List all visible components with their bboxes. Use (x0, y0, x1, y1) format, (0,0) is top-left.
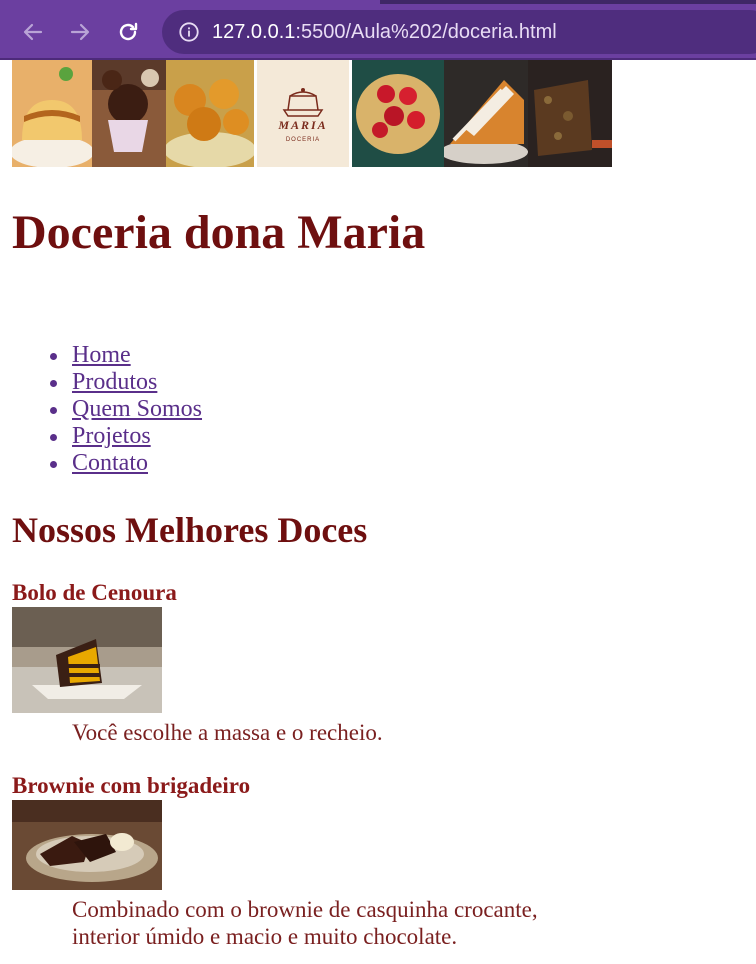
nav-link-quem-somos[interactable]: Quem Somos (72, 396, 202, 422)
page-title: Doceria dona Maria (12, 206, 426, 259)
nav-link-home[interactable]: Home (72, 342, 131, 368)
logo: MARIA DOCERIA (254, 60, 352, 167)
url-host: 127.0.0.1 (212, 20, 296, 43)
back-arrow-icon (23, 23, 43, 41)
product-name: Brownie com brigadeiro (12, 773, 251, 798)
product-description: Você escolhe a massa e o recheio. (72, 720, 383, 745)
pudding-photo (12, 60, 92, 167)
brownie-image (12, 800, 162, 890)
nav-link-projetos[interactable]: Projetos (72, 423, 151, 449)
browser-toolbar: 127.0.0.1:5500/Aula%202/doceria.html (0, 0, 756, 60)
info-icon[interactable] (178, 21, 200, 43)
address-bar[interactable]: 127.0.0.1:5500/Aula%202/doceria.html (162, 10, 756, 54)
logo-text: MARIA (278, 118, 328, 132)
nav-item-contato: Contato (49, 450, 202, 477)
nav-item-quem-somos: Quem Somos (49, 396, 202, 423)
banner-image: MARIA DOCERIA (12, 60, 612, 167)
nav-item-home: Home (49, 342, 202, 369)
strawberry-tart-photo (352, 60, 444, 167)
coxinha-photo (166, 60, 254, 167)
url-text[interactable]: 127.0.0.1:5500/Aula%202/doceria.html (212, 21, 557, 44)
cake-logo-icon (282, 88, 324, 117)
reload-button[interactable] (112, 16, 144, 48)
section-heading: Nossos Melhores Doces (12, 510, 368, 550)
logo-subtext: DOCERIA (285, 137, 321, 143)
active-tab[interactable] (0, 0, 380, 4)
product-description: Combinado com o brownie de casquinha cro… (72, 897, 538, 949)
reload-icon (119, 22, 138, 41)
forward-arrow-icon (70, 23, 90, 41)
nav-item-projetos: Projetos (49, 423, 202, 450)
product-name: Bolo de Cenoura (12, 580, 177, 605)
carrot-cake-photo (444, 60, 528, 167)
carrot-cake-image (12, 607, 162, 713)
main-nav: Home Produtos Quem Somos Projetos Contat… (12, 342, 202, 477)
nav-item-produtos: Produtos (49, 369, 202, 396)
nut-cake-photo (528, 60, 612, 167)
tab-strip (0, 0, 756, 4)
back-button[interactable] (17, 16, 49, 48)
nav-link-contato[interactable]: Contato (72, 450, 148, 476)
forward-button[interactable] (64, 16, 96, 48)
nav-link-produtos[interactable]: Produtos (72, 369, 157, 395)
brigadeiro-photo (92, 60, 166, 167)
url-path: :5500/Aula%202/doceria.html (295, 20, 557, 43)
